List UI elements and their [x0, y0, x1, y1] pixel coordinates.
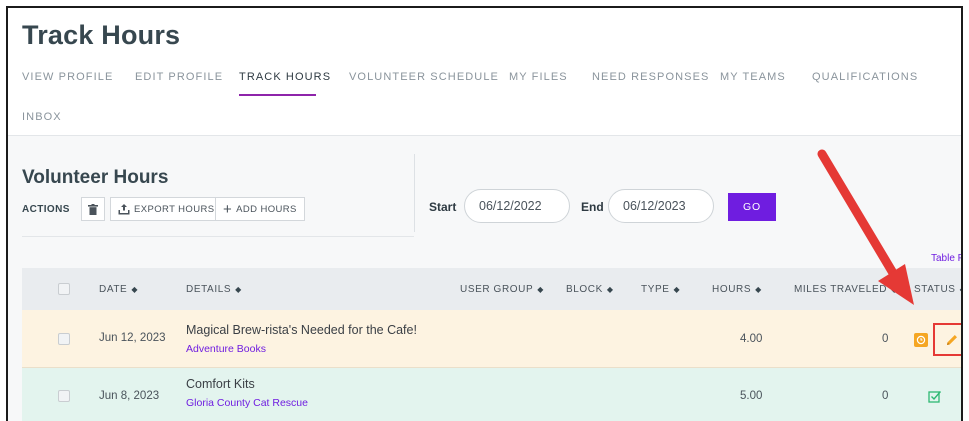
row-checkbox[interactable] [58, 390, 70, 402]
row-organization-link[interactable]: Adventure Books [186, 343, 266, 355]
pending-clock-icon [914, 333, 928, 347]
end-label: End [581, 200, 604, 214]
tab-edit-profile[interactable]: EDIT PROFILE [135, 71, 223, 83]
sort-icon: ◆ [537, 284, 544, 294]
sort-icon: ◆ [673, 284, 681, 294]
add-hours-label: ADD HOURS [236, 203, 297, 215]
row-details-title: Comfort Kits [186, 377, 255, 391]
row-organization-link[interactable]: Gloria County Cat Rescue [186, 397, 308, 409]
start-date-input[interactable]: 06/12/2022 [464, 189, 570, 223]
row-miles: 0 [882, 390, 889, 402]
tab-inbox[interactable]: INBOX [22, 111, 62, 123]
column-miles-traveled[interactable]: MILES TRAVELED ◆ [794, 268, 898, 310]
table-header: DATE ◆ DETAILS ◆ USER GROUP ◆ BLOCK ◆ TYPE ◆ … [22, 268, 961, 310]
tab-need-responses[interactable]: NEED RESPONSES [592, 71, 709, 83]
pencil-icon [946, 334, 957, 345]
section-title: Volunteer Hours [22, 167, 169, 188]
export-icon [118, 203, 130, 214]
column-type[interactable]: TYPE ◆ [641, 268, 680, 310]
table-row[interactable]: Jun 12, 2023 Magical Brew-rista's Needed… [22, 310, 961, 368]
row-checkbox[interactable] [58, 333, 70, 345]
page-title: Track Hours [22, 20, 181, 50]
delete-button[interactable] [81, 197, 105, 221]
tab-track-hours[interactable]: TRACK HOURS [239, 71, 331, 83]
go-button[interactable]: GO [728, 193, 776, 221]
row-date: Jun 12, 2023 [99, 332, 166, 344]
column-details[interactable]: DETAILS ◆ [186, 268, 242, 310]
row-hours: 5.00 [740, 390, 763, 402]
export-hours-button[interactable]: EXPORT HOURS [110, 197, 223, 221]
sort-icon: ◆ [131, 284, 139, 294]
add-hours-button[interactable]: + ADD HOURS [215, 197, 305, 221]
actions-label: ACTIONS [22, 204, 70, 215]
plus-icon: + [223, 200, 233, 218]
tab-my-teams[interactable]: MY TEAMS [720, 71, 786, 83]
column-date[interactable]: DATE ◆ [99, 268, 138, 310]
section-separator [414, 154, 415, 232]
row-details-title: Magical Brew-rista's Needed for the Cafe… [186, 323, 417, 337]
actions-separator [22, 236, 414, 237]
trash-icon [88, 203, 98, 215]
export-hours-label: EXPORT HOURS [134, 203, 215, 215]
column-hours[interactable]: HOURS ◆ [712, 268, 762, 310]
approved-check-icon [928, 391, 942, 403]
filter-icon[interactable]: ↧ [959, 248, 961, 264]
row-date: Jun 8, 2023 [99, 390, 160, 402]
edit-hours-button[interactable] [933, 323, 961, 356]
select-all-checkbox[interactable] [58, 283, 70, 295]
tab-volunteer-schedule[interactable]: VOLUNTEER SCHEDULE [349, 71, 499, 83]
sort-icon: ◆ [960, 285, 961, 294]
start-label: Start [429, 200, 457, 214]
sort-icon: ◆ [891, 284, 898, 294]
tab-view-profile[interactable]: VIEW PROFILE [22, 71, 113, 83]
sort-icon: ◆ [606, 284, 614, 294]
end-date-input[interactable]: 06/12/2023 [608, 189, 714, 223]
sort-icon: ◆ [235, 284, 242, 294]
active-tab-indicator [239, 94, 316, 96]
column-block[interactable]: BLOCK ◆ [566, 268, 614, 310]
row-miles: 0 [882, 333, 889, 345]
column-status[interactable]: STATUS◆ [914, 268, 961, 310]
sort-icon: ◆ [755, 284, 762, 294]
tab-my-files[interactable]: MY FILES [509, 71, 568, 83]
row-hours: 4.00 [740, 333, 763, 345]
tab-qualifications[interactable]: QUALIFICATIONS [812, 71, 918, 83]
app-frame: Track Hours VIEW PROFILE EDIT PROFILE TR… [6, 6, 963, 421]
table-row[interactable]: Jun 8, 2023 Comfort Kits Gloria County C… [22, 368, 961, 421]
column-user-group[interactable]: USER GROUP ◆ [460, 268, 544, 310]
